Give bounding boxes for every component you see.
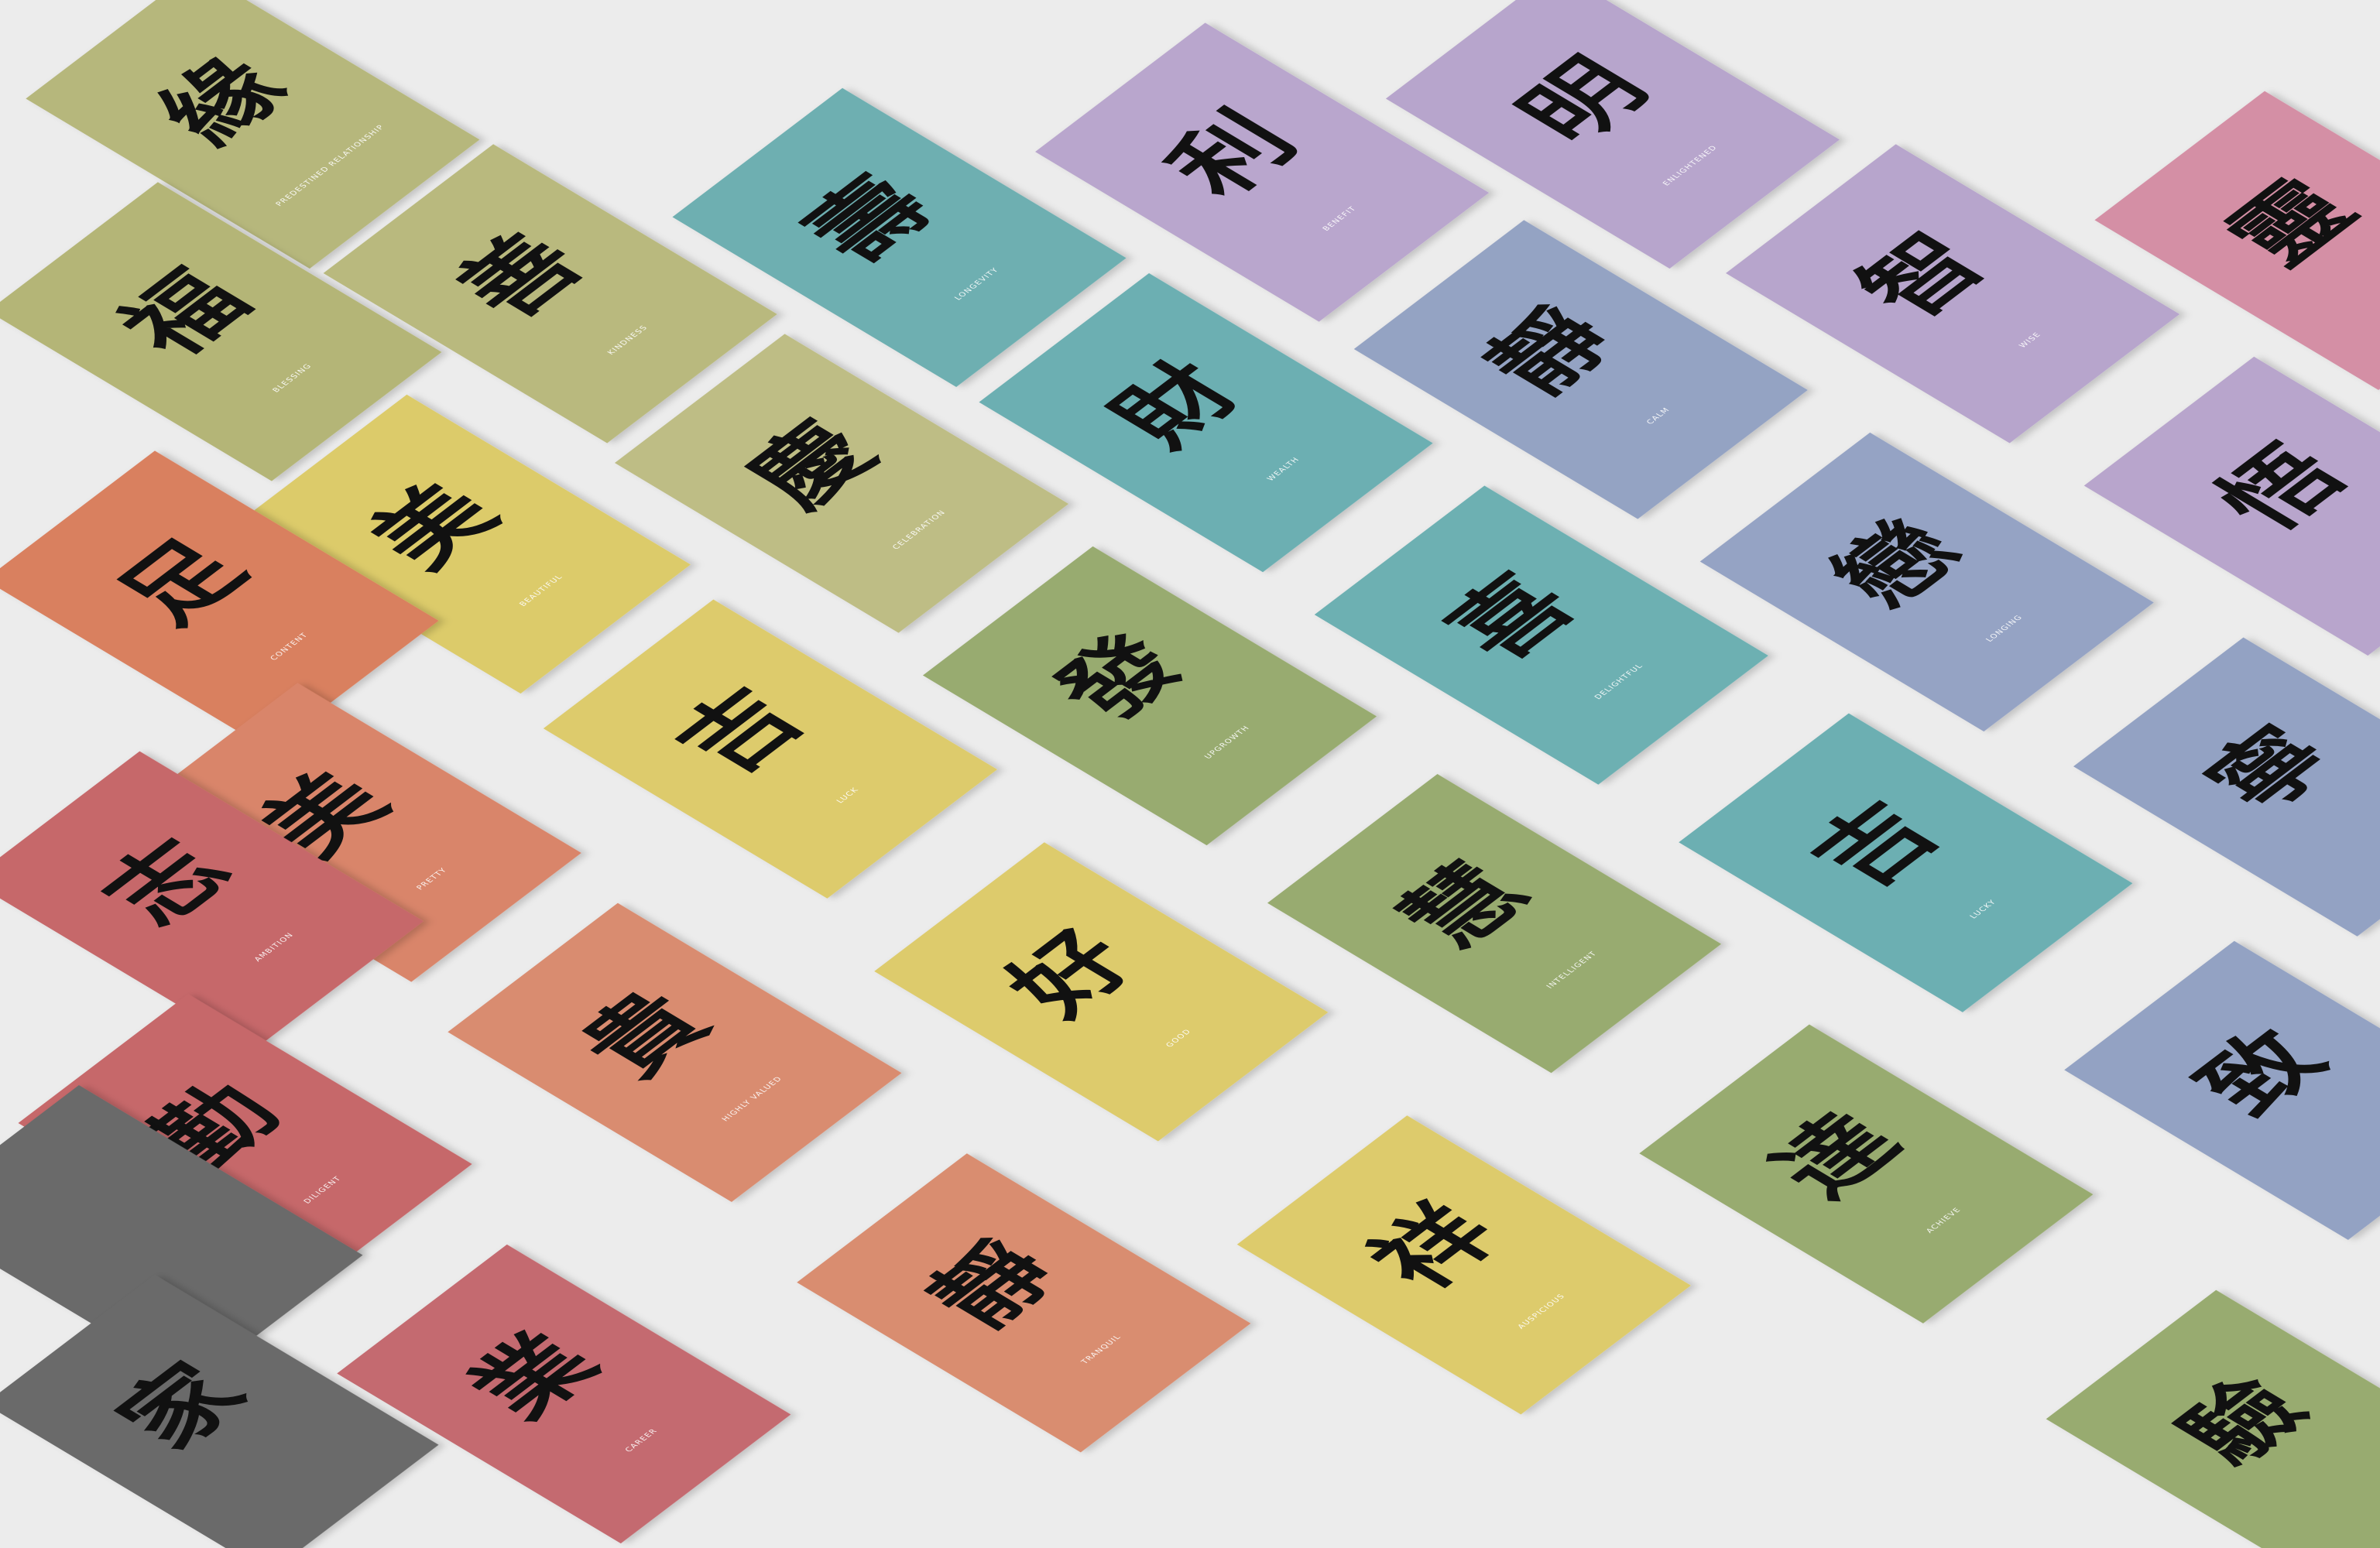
card: 達ACHIEVE — [1639, 1024, 2094, 1324]
card-grid: 緣PREDESTINED RELATIONSHIP福BLESSING善KINDN… — [0, 0, 2380, 1548]
card: 業CAREER — [337, 1244, 791, 1544]
card: 明ENLIGHTENED — [1385, 0, 1840, 269]
card: 靜TRANQUIL — [797, 1153, 1251, 1453]
calligraphy-cards-scene: 緣PREDESTINED RELATIONSHIP福BLESSING善KINDN… — [0, 0, 2380, 1548]
card: 家 — [0, 1275, 439, 1548]
card: 慧INTELLIGENT — [1267, 774, 1722, 1074]
card: 喜DELIGHTFUL — [1314, 485, 1768, 785]
card: 貴HIGHLY VALUED — [448, 902, 902, 1202]
card: 利BENEFIT — [1035, 22, 1490, 322]
card: 驗 — [2046, 1289, 2380, 1548]
card: 吉LUCK — [543, 599, 998, 899]
card: 致 — [2064, 940, 2380, 1240]
card: 祥AUSPICIOUS — [1236, 1115, 1691, 1415]
card: 吉LUCKY — [1679, 713, 2133, 1012]
card: 戀LONGING — [1699, 432, 2154, 732]
card: 發UPGROWTH — [922, 546, 1377, 846]
card: 好GOOD — [874, 842, 1329, 1142]
